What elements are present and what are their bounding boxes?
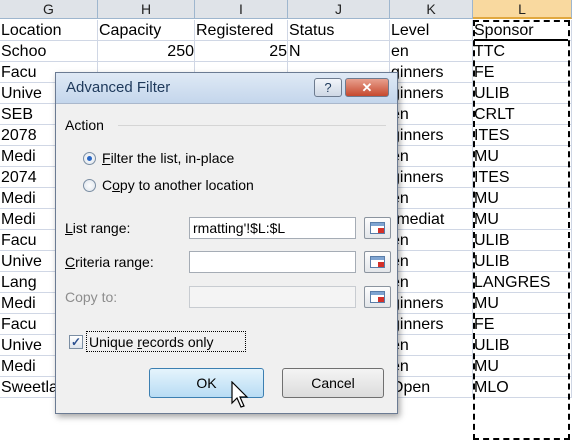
criteria-range-picker-button[interactable] <box>364 251 391 273</box>
copy-to-location-label[interactable]: Copy to another location <box>102 177 254 193</box>
cell-sponsor[interactable]: FE <box>473 62 572 83</box>
list-range-input[interactable]: rmatting'!$L:$L <box>189 217 356 239</box>
header-cell-level[interactable]: Level <box>390 20 473 41</box>
cell-sponsor[interactable]: MLO <box>473 377 572 398</box>
cell-sponsor[interactable]: MU <box>473 146 572 167</box>
range-picker-icon <box>370 291 385 303</box>
cell-sponsor[interactable]: ITES <box>473 125 572 146</box>
filter-in-place-radio[interactable] <box>83 152 96 165</box>
dialog-titlebar[interactable]: Advanced Filter ? ✕ <box>56 73 397 104</box>
column-header-l[interactable]: L <box>473 0 572 19</box>
cell-level[interactable]: ginners <box>390 314 473 335</box>
header-cell-registered[interactable]: Registered <box>195 20 288 41</box>
action-divider <box>118 125 386 126</box>
header-cell-sponsor[interactable]: Sponsor <box>473 20 572 41</box>
column-header-i[interactable]: I <box>195 0 288 19</box>
header-cell-location[interactable]: Location <box>0 20 98 41</box>
cell-level[interactable]: en <box>390 272 473 293</box>
cell-level[interactable]: ginners <box>390 167 473 188</box>
cell-level[interactable]: rmediat <box>390 209 473 230</box>
criteria-range-label: Criteria range: <box>65 254 154 270</box>
cell-sponsor[interactable]: LANGRES <box>473 272 572 293</box>
cell-sponsor[interactable]: MU <box>473 356 572 377</box>
range-picker-icon <box>370 222 385 234</box>
cell-sponsor[interactable]: TTC <box>473 41 572 62</box>
cell-sponsor[interactable]: MU <box>473 209 572 230</box>
cell-sponsor[interactable]: ULIB <box>473 251 572 272</box>
column-header-h[interactable]: H <box>98 0 195 19</box>
cell-level[interactable]: en <box>390 356 473 377</box>
cell-sponsor[interactable]: ITES <box>473 167 572 188</box>
copy-to-location-radio[interactable] <box>83 179 96 192</box>
column-header-k[interactable]: K <box>390 0 473 19</box>
cell-level[interactable]: Open <box>390 377 473 398</box>
cell-sponsor[interactable]: ULIB <box>473 230 572 251</box>
header-cell-status[interactable]: Status <box>288 20 390 41</box>
cell-sponsor[interactable]: ULIB <box>473 83 572 104</box>
cell-level[interactable]: ginners <box>390 62 473 83</box>
cell-level[interactable]: ginners <box>390 293 473 314</box>
filter-in-place-label[interactable]: Filter the list, in-place <box>102 150 234 166</box>
cell-sponsor[interactable]: FE <box>473 314 572 335</box>
cell-level[interactable]: en <box>390 41 473 62</box>
unique-records-label[interactable]: Unique records only <box>89 334 214 350</box>
cell-level[interactable]: en <box>390 146 473 167</box>
cell-sponsor[interactable]: MU <box>473 188 572 209</box>
copy-to-picker-button[interactable] <box>364 286 391 308</box>
cell-level[interactable]: en <box>390 104 473 125</box>
cell-location[interactable]: Schoo <box>0 41 98 62</box>
close-button[interactable]: ✕ <box>345 78 389 97</box>
cell-status[interactable]: N <box>288 41 390 62</box>
action-group-label: Action <box>65 117 104 133</box>
cell-level[interactable]: en <box>390 230 473 251</box>
range-picker-icon <box>370 256 385 268</box>
cell-level[interactable]: en <box>390 335 473 356</box>
copy-to-label: Copy to: <box>65 289 118 305</box>
cancel-button[interactable]: Cancel <box>282 368 384 398</box>
cell-level[interactable]: ginners <box>390 125 473 146</box>
dialog-title: Advanced Filter <box>66 79 171 96</box>
column-header-g[interactable]: G <box>0 0 98 19</box>
cell-level[interactable]: en <box>390 188 473 209</box>
cell-sponsor[interactable]: MU <box>473 293 572 314</box>
mouse-pointer-icon <box>231 381 249 408</box>
cell-registered[interactable]: 25 <box>195 41 288 62</box>
copy-to-input[interactable] <box>189 286 356 308</box>
list-range-picker-button[interactable] <box>364 217 391 239</box>
cell-sponsor[interactable]: ULIB <box>473 335 572 356</box>
list-range-label: List range: <box>65 220 131 236</box>
active-cell-border <box>474 39 568 41</box>
help-button[interactable]: ? <box>314 78 342 97</box>
header-cell-capacity[interactable]: Capacity <box>98 20 195 41</box>
cell-capacity[interactable]: 250 <box>98 41 195 62</box>
advanced-filter-dialog: Advanced Filter ? ✕ Action Filter the li… <box>55 72 398 414</box>
cell-level[interactable]: ginners <box>390 83 473 104</box>
column-header-j[interactable]: J <box>288 0 390 19</box>
cell-sponsor[interactable]: CRLT <box>473 104 572 125</box>
cell-level[interactable]: en <box>390 251 473 272</box>
criteria-range-input[interactable] <box>189 251 356 273</box>
unique-records-checkbox[interactable]: ✓ <box>69 335 83 349</box>
